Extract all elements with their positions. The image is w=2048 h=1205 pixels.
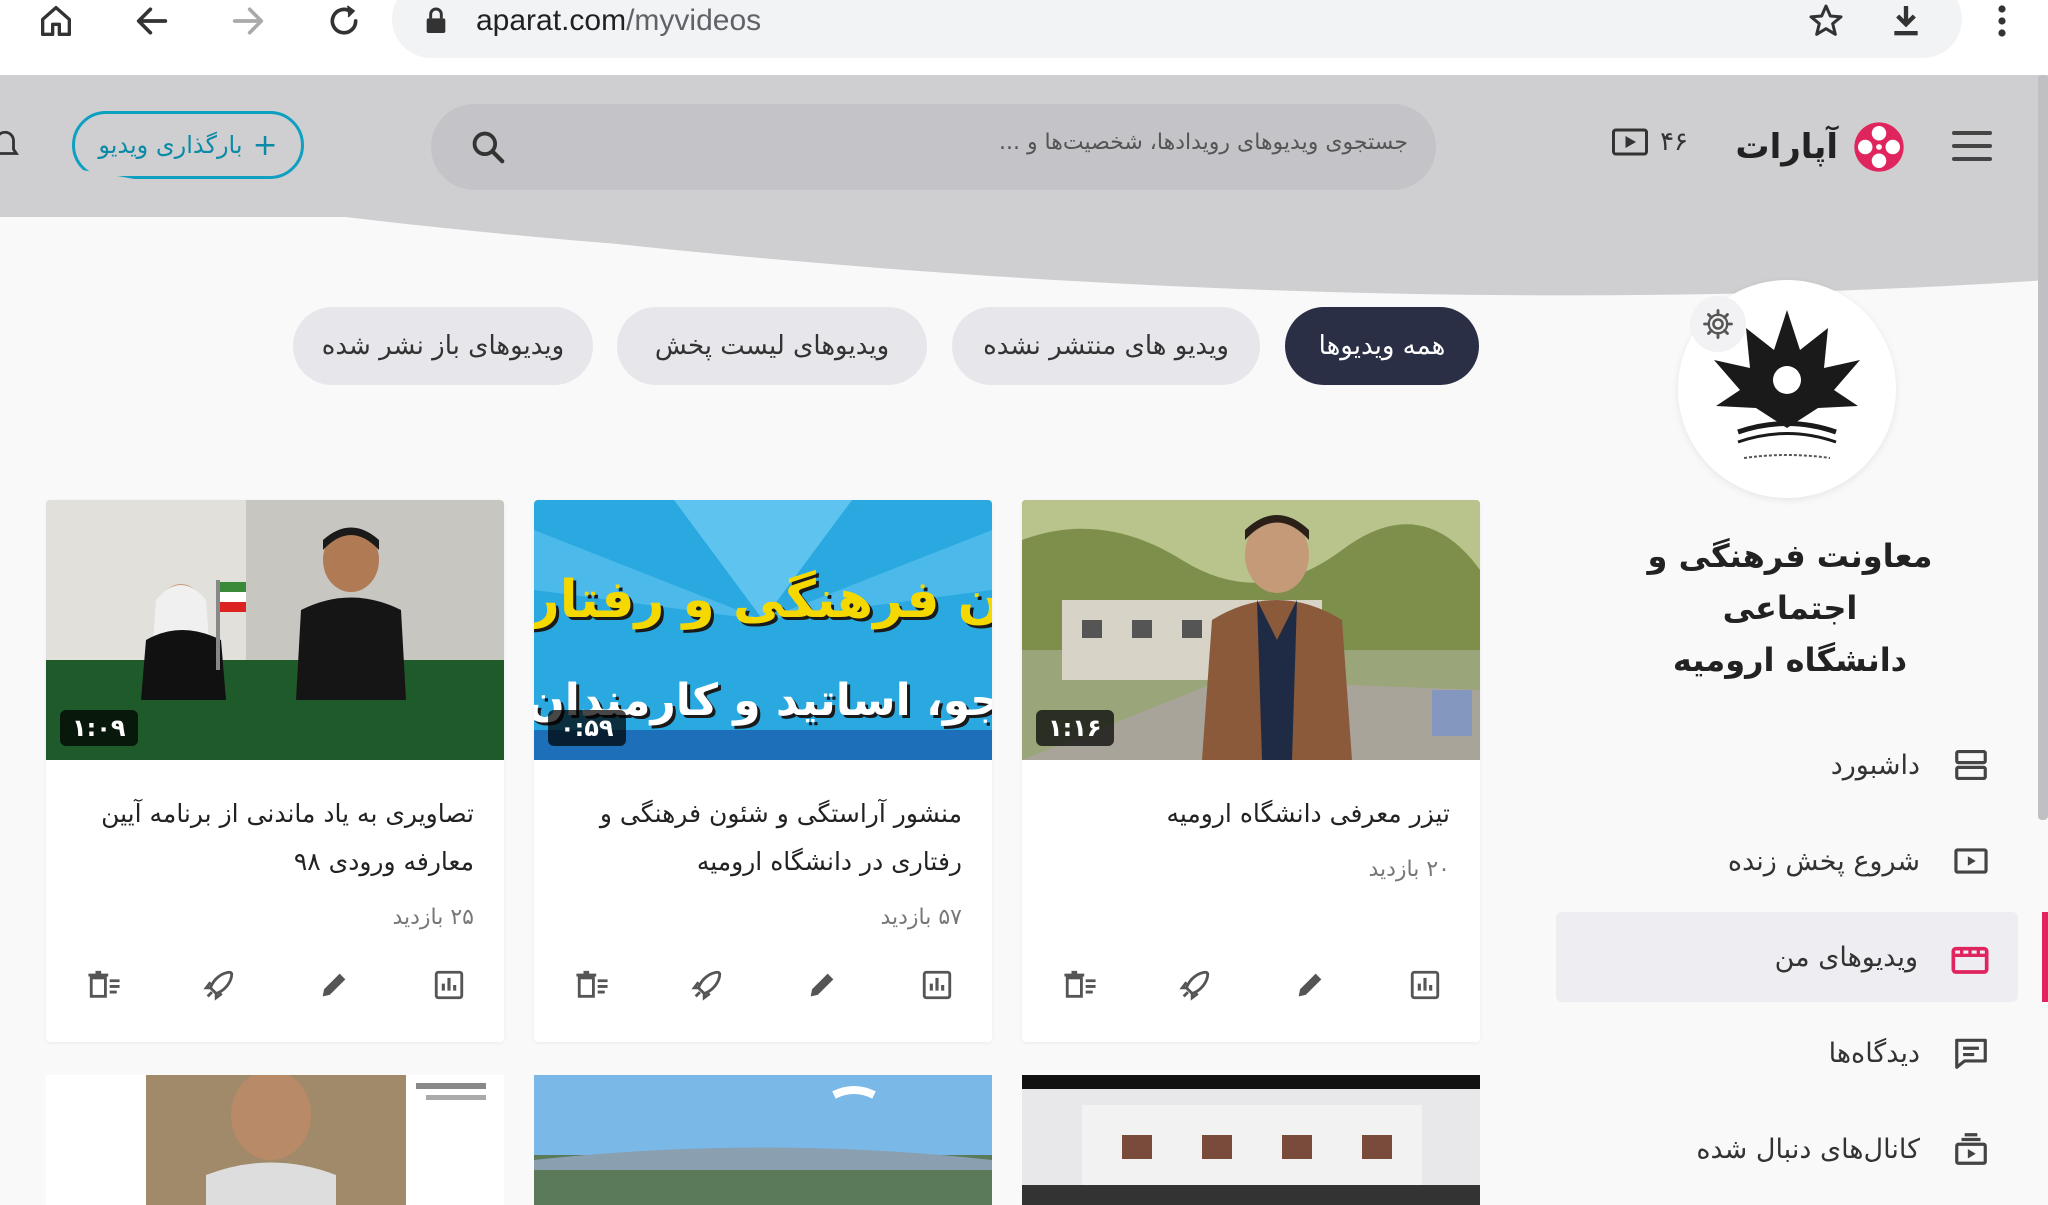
- thumbnail-image: [1022, 1075, 1480, 1205]
- video-title[interactable]: تصاویری به یاد ماندنی از برنامه آیین معا…: [74, 790, 474, 886]
- sidebar-item-live[interactable]: شروع پخش زنده: [1556, 816, 2018, 906]
- video-card[interactable]: ۱:۱۶ تیزر معرفی دانشگاه ارومیه ۲۰ بازدید: [1022, 500, 1480, 1042]
- download-icon[interactable]: [1876, 0, 1936, 42]
- sidebar-item-dashboard[interactable]: داشبورد: [1556, 720, 2018, 810]
- video-actions: [1060, 965, 1445, 1005]
- channel-name: معاونت فرهنگی و اجتماعی دانشگاه ارومیه: [1580, 530, 2000, 686]
- sidebar-item-followed-channels[interactable]: کانال‌های دنبال شده: [1556, 1104, 2018, 1194]
- delete-list-icon: [1064, 970, 1096, 998]
- thumbnail-image: [46, 1075, 504, 1205]
- tab-playlist-videos[interactable]: ویدیوهای لیست پخش: [617, 307, 927, 385]
- promote-button[interactable]: [199, 965, 239, 1005]
- page-scrollbar[interactable]: [2038, 75, 2048, 820]
- video-actions: [572, 965, 957, 1005]
- delete-list-icon: [576, 970, 608, 998]
- url-text[interactable]: aparat.com/myvideos: [476, 4, 761, 38]
- followed-channels-icon: [1955, 1133, 1987, 1165]
- video-duration: ۱:۱۶: [1036, 710, 1114, 746]
- stats-button[interactable]: [429, 965, 469, 1005]
- channel-name-line1: معاونت فرهنگی و اجتماعی: [1647, 537, 1933, 627]
- video-thumbnail[interactable]: ن فرهنگی و رفتاری جو، اساتید و کارمندان …: [534, 500, 992, 760]
- forward-icon[interactable]: [218, 0, 278, 42]
- sidebar-item-label: داشبورد: [1830, 749, 1920, 781]
- edit-button[interactable]: [314, 965, 354, 1005]
- browser-toolbar: aparat.com/myvideos: [0, 0, 2048, 75]
- tab-label: همه ویدیوها: [1318, 331, 1446, 361]
- sidebar-item-label: کانال‌های دنبال شده: [1696, 1133, 1920, 1165]
- video-card[interactable]: ن فرهنگی و رفتاری جو، اساتید و کارمندان …: [534, 500, 992, 1042]
- video-thumbnail[interactable]: ۱:۰۹: [46, 500, 504, 760]
- back-icon[interactable]: [122, 0, 182, 42]
- more-options-icon[interactable]: [1972, 0, 2032, 42]
- pencil-icon: [810, 973, 834, 997]
- rocket-icon: [691, 970, 722, 1001]
- stats-button[interactable]: [1405, 965, 1445, 1005]
- rocket-icon: [1179, 970, 1210, 1001]
- url-path: /myvideos: [626, 4, 762, 37]
- video-views: ۲۰ بازدید: [1368, 857, 1450, 882]
- delete-button[interactable]: [572, 965, 612, 1005]
- lock-icon[interactable]: [406, 0, 466, 42]
- sidebar-item-comments[interactable]: دیدگاه‌ها: [1556, 1008, 2018, 1098]
- pencil-icon: [322, 973, 346, 997]
- video-card[interactable]: [1022, 1075, 1480, 1205]
- tab-label: ویدیوهای لیست پخش: [654, 331, 890, 361]
- home-icon[interactable]: [26, 0, 86, 42]
- sidebar-item-label: ویدیوهای من: [1774, 941, 1918, 973]
- stats-icon: [1410, 970, 1440, 1000]
- thumbnail-caption: ن فرهنگی و رفتاری: [534, 570, 992, 630]
- video-actions: [84, 965, 469, 1005]
- channel-name-line2: دانشگاه ارومیه: [1672, 641, 1908, 679]
- video-duration: ۰:۵۹: [548, 710, 626, 746]
- video-title[interactable]: منشور آراستگی و شئون فرهنگی و رفتاری در …: [562, 790, 962, 886]
- pencil-icon: [1298, 973, 1322, 997]
- tab-unpublished[interactable]: ویدیو های منتشر نشده: [952, 307, 1260, 385]
- video-views: ۲۵ بازدید: [392, 905, 474, 930]
- dashboard-icon: [1955, 749, 1987, 781]
- stats-icon: [434, 970, 464, 1000]
- edit-button[interactable]: [1290, 965, 1330, 1005]
- comments-icon: [1955, 1038, 1987, 1069]
- video-thumbnail[interactable]: ۱:۱۶: [1022, 500, 1480, 760]
- reload-icon[interactable]: [314, 0, 374, 42]
- tab-label: ویدیوهای باز نشر شده: [321, 331, 565, 361]
- tab-all-videos[interactable]: همه ویدیوها: [1285, 307, 1479, 385]
- video-card[interactable]: [534, 1075, 992, 1205]
- my-videos-icon: [1951, 946, 1989, 974]
- delete-list-icon: [88, 970, 120, 998]
- video-card[interactable]: [46, 1075, 504, 1205]
- stats-button[interactable]: [917, 965, 957, 1005]
- sidebar-item-label: شروع پخش زنده: [1727, 845, 1920, 877]
- gear-icon: [1703, 309, 1733, 339]
- dim-curve: [0, 155, 2048, 296]
- edit-button[interactable]: [802, 965, 842, 1005]
- tab-republished[interactable]: ویدیوهای باز نشر شده: [293, 307, 593, 385]
- sidebar-item-label: دیدگاه‌ها: [1828, 1037, 1920, 1069]
- video-card[interactable]: ۱:۰۹ تصاویری به یاد ماندنی از برنامه آیی…: [46, 500, 504, 1042]
- thumbnail-image: [534, 1075, 992, 1205]
- star-icon[interactable]: [1796, 0, 1856, 42]
- video-duration: ۱:۰۹: [60, 710, 138, 746]
- tab-label: ویدیو های منتشر نشده: [983, 331, 1229, 361]
- rocket-icon: [203, 970, 234, 1001]
- delete-button[interactable]: [1060, 965, 1100, 1005]
- sidebar-item-my-videos[interactable]: ویدیوهای من: [1556, 912, 2018, 1002]
- video-title[interactable]: تیزر معرفی دانشگاه ارومیه: [1050, 790, 1450, 838]
- video-views: ۵۷ بازدید: [880, 905, 962, 930]
- stats-icon: [922, 970, 952, 1000]
- promote-button[interactable]: [1175, 965, 1215, 1005]
- active-indicator: [2042, 912, 2048, 1002]
- live-icon: [1954, 848, 1988, 874]
- promote-button[interactable]: [687, 965, 727, 1005]
- delete-button[interactable]: [84, 965, 124, 1005]
- avatar-settings-button[interactable]: [1690, 296, 1746, 352]
- url-domain: aparat.com: [476, 4, 627, 37]
